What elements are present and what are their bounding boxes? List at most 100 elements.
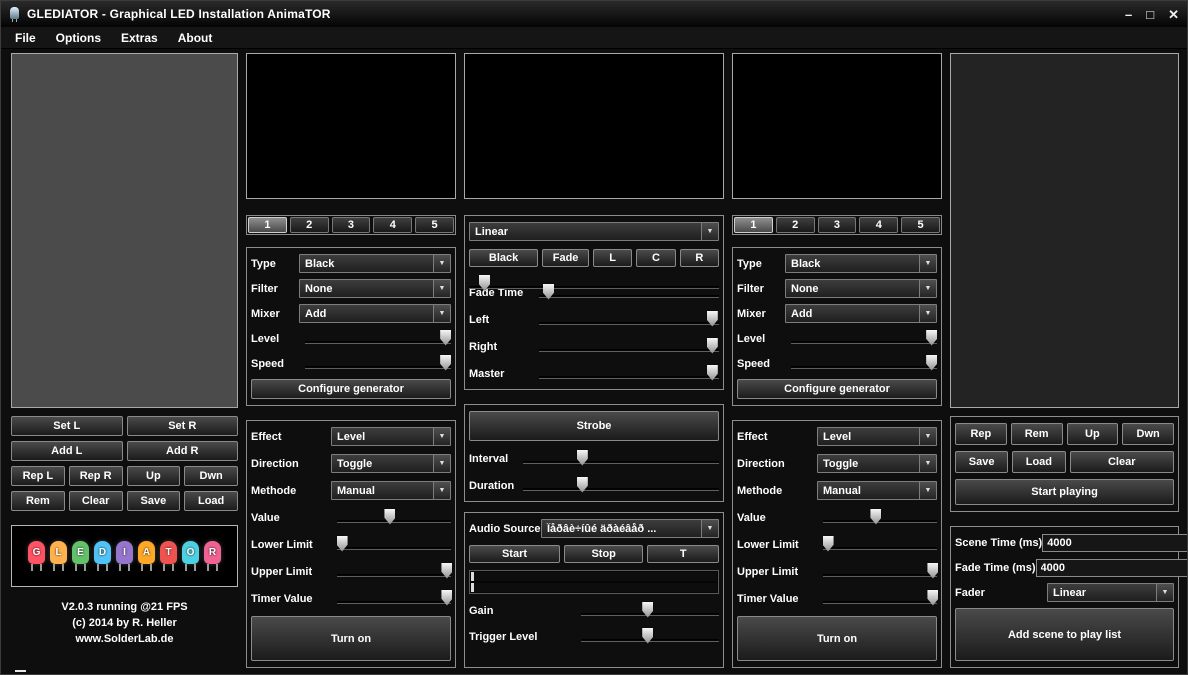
value-slider[interactable]: [823, 509, 937, 527]
filter-dropdown[interactable]: None ▼: [299, 279, 451, 298]
load-button[interactable]: Load: [184, 491, 238, 511]
methode-dropdown[interactable]: Manual ▼: [817, 481, 937, 500]
tab-2[interactable]: 2: [776, 217, 815, 233]
add-l-button[interactable]: Add L: [11, 441, 123, 461]
level-slider[interactable]: [305, 330, 451, 348]
chevron-down-icon[interactable]: ▼: [433, 428, 450, 445]
level-slider[interactable]: [791, 330, 937, 348]
master-slider[interactable]: [539, 365, 719, 383]
methode-dropdown[interactable]: Manual ▼: [331, 481, 451, 500]
chevron-down-icon[interactable]: ▼: [919, 280, 936, 297]
menu-about[interactable]: About: [168, 28, 223, 48]
add-r-button[interactable]: Add R: [127, 441, 239, 461]
load-button[interactable]: Load: [1012, 451, 1065, 473]
fade-time-input[interactable]: [1036, 559, 1188, 577]
tab-4[interactable]: 4: [859, 217, 898, 233]
type-dropdown[interactable]: Black ▼: [299, 254, 451, 273]
tab-1[interactable]: 1: [734, 217, 773, 233]
fade-time-slider[interactable]: [539, 284, 719, 302]
interval-slider[interactable]: [523, 450, 719, 468]
start-playing-button[interactable]: Start playing: [955, 479, 1174, 505]
upper-limit-slider[interactable]: [337, 563, 451, 581]
right-slider[interactable]: [539, 338, 719, 356]
turn-on-button[interactable]: Turn on: [251, 616, 451, 661]
fader-dropdown[interactable]: Linear ▼: [1047, 583, 1174, 602]
turn-on-button[interactable]: Turn on: [737, 616, 937, 661]
tab-5[interactable]: 5: [415, 217, 454, 233]
title-bar[interactable]: GLEDIATOR - Graphical LED Installation A…: [1, 1, 1187, 27]
lower-limit-slider[interactable]: [823, 536, 937, 554]
timer-value-slider[interactable]: [337, 590, 451, 608]
rep-l-button[interactable]: Rep L: [11, 466, 65, 486]
effect-dropdown[interactable]: Level ▼: [817, 427, 937, 446]
fade-right-button[interactable]: R: [680, 249, 719, 267]
clear-button[interactable]: Clear: [69, 491, 123, 511]
direction-dropdown[interactable]: Toggle ▼: [817, 454, 937, 473]
audio-source-dropdown[interactable]: Ïåðâè÷íûé äðàéâåð ... ▼: [541, 519, 719, 538]
minimize-icon[interactable]: –: [1125, 8, 1132, 21]
tab-1[interactable]: 1: [248, 217, 287, 233]
chevron-down-icon[interactable]: ▼: [433, 482, 450, 499]
playlist-panel[interactable]: [950, 53, 1179, 408]
tab-5[interactable]: 5: [901, 217, 940, 233]
mixer-dropdown[interactable]: Add ▼: [785, 304, 937, 323]
scene-time-input[interactable]: [1042, 534, 1188, 552]
chevron-down-icon[interactable]: ▼: [433, 280, 450, 297]
up-button[interactable]: Up: [127, 466, 181, 486]
chevron-down-icon[interactable]: ▼: [433, 255, 450, 272]
trigger-level-slider[interactable]: [581, 628, 719, 646]
fader-curve-dropdown[interactable]: Linear ▼: [469, 222, 719, 241]
chevron-down-icon[interactable]: ▼: [919, 305, 936, 322]
audio-stop-button[interactable]: Stop: [564, 545, 643, 563]
fade-black-button[interactable]: Black: [469, 249, 538, 267]
effect-dropdown[interactable]: Level ▼: [331, 427, 451, 446]
mixer-dropdown[interactable]: Add ▼: [299, 304, 451, 323]
menu-extras[interactable]: Extras: [111, 28, 168, 48]
lower-limit-slider[interactable]: [337, 536, 451, 554]
chevron-down-icon[interactable]: ▼: [919, 455, 936, 472]
type-dropdown[interactable]: Black ▼: [785, 254, 937, 273]
save-button[interactable]: Save: [127, 491, 181, 511]
fade-center-button[interactable]: C: [636, 249, 675, 267]
add-scene-button[interactable]: Add scene to play list: [955, 608, 1174, 661]
rep-button[interactable]: Rep: [955, 423, 1007, 445]
tab-2[interactable]: 2: [290, 217, 329, 233]
chevron-down-icon[interactable]: ▼: [701, 223, 718, 240]
upper-limit-slider[interactable]: [823, 563, 937, 581]
audio-t-button[interactable]: T: [647, 545, 719, 563]
up-button[interactable]: Up: [1067, 423, 1119, 445]
dwn-button[interactable]: Dwn: [1122, 423, 1174, 445]
chevron-down-icon[interactable]: ▼: [919, 482, 936, 499]
rep-r-button[interactable]: Rep R: [69, 466, 123, 486]
dwn-button[interactable]: Dwn: [184, 466, 238, 486]
tab-3[interactable]: 3: [818, 217, 857, 233]
chevron-down-icon[interactable]: ▼: [919, 255, 936, 272]
configure-generator-button[interactable]: Configure generator: [251, 379, 451, 399]
close-icon[interactable]: ✕: [1168, 8, 1179, 21]
configure-generator-button[interactable]: Configure generator: [737, 379, 937, 399]
maximize-icon[interactable]: □: [1146, 8, 1154, 21]
speed-slider[interactable]: [791, 355, 937, 373]
save-button[interactable]: Save: [955, 451, 1008, 473]
set-l-button[interactable]: Set L: [11, 416, 123, 436]
fade-fade-button[interactable]: Fade: [542, 249, 589, 267]
fade-left-button[interactable]: L: [593, 249, 632, 267]
chevron-down-icon[interactable]: ▼: [433, 305, 450, 322]
clear-button[interactable]: Clear: [1070, 451, 1175, 473]
set-r-button[interactable]: Set R: [127, 416, 239, 436]
strobe-button[interactable]: Strobe: [469, 411, 719, 441]
left-slider[interactable]: [539, 311, 719, 329]
chevron-down-icon[interactable]: ▼: [919, 428, 936, 445]
speed-slider[interactable]: [305, 355, 451, 373]
chevron-down-icon[interactable]: ▼: [433, 455, 450, 472]
filter-dropdown[interactable]: None ▼: [785, 279, 937, 298]
chevron-down-icon[interactable]: ▼: [1156, 584, 1173, 601]
gain-slider[interactable]: [581, 602, 719, 620]
tab-4[interactable]: 4: [373, 217, 412, 233]
menu-file[interactable]: File: [5, 28, 46, 48]
tab-3[interactable]: 3: [332, 217, 371, 233]
audio-start-button[interactable]: Start: [469, 545, 560, 563]
chevron-down-icon[interactable]: ▼: [701, 520, 718, 537]
direction-dropdown[interactable]: Toggle ▼: [331, 454, 451, 473]
menu-options[interactable]: Options: [46, 28, 111, 48]
